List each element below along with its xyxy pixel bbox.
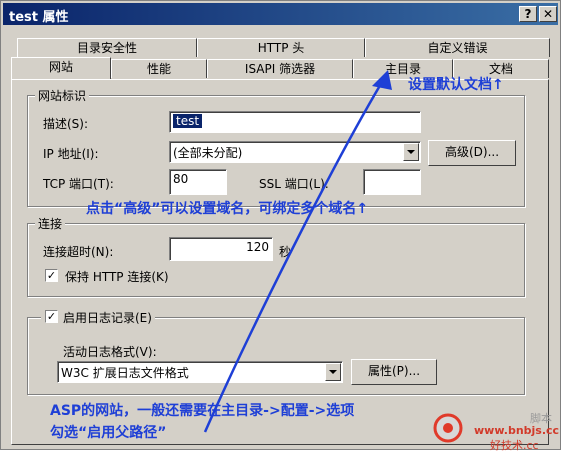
asp-annotation-line2: 勾选“启用父路径”	[50, 425, 167, 441]
advanced-annotation: 点击“高级”可以设置域名，可绑定多个域名↑	[86, 201, 369, 217]
watermark-logo-icon	[433, 413, 463, 443]
arrow-head-icon	[372, 70, 392, 90]
watermark-url: www.bnbjs.cc	[474, 424, 560, 437]
arrow-line	[203, 81, 384, 433]
asp-annotation-line1: ASP的网站，一般还需要在主目录->配置->选项	[50, 403, 355, 419]
watermark-domain: 好技术.cc	[490, 439, 539, 452]
default-document-annotation: 设置默认文档↑	[408, 77, 504, 93]
tab-website[interactable]: 网站	[11, 57, 111, 79]
